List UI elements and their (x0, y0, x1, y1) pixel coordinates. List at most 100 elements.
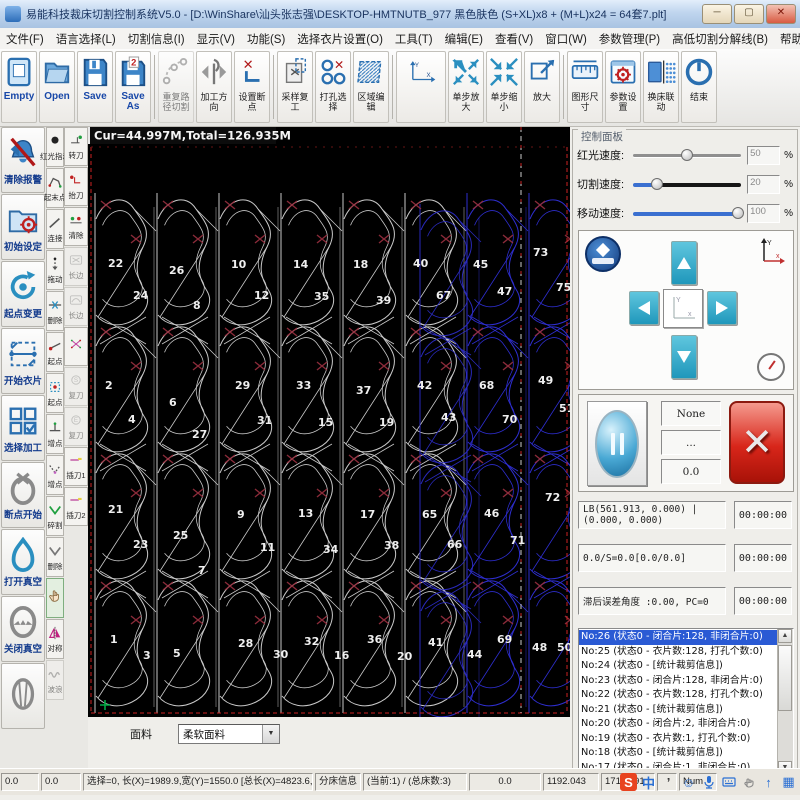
menu-item-8[interactable]: 查看(V) (489, 28, 539, 50)
menu-item-11[interactable]: 高低切割分解线(B) (666, 28, 774, 50)
sidebar-edge2-4[interactable]: 长边 (64, 287, 88, 326)
sidebar-knife-turn-0[interactable]: 转刀 (64, 127, 88, 166)
run-dots-field[interactable]: ... (661, 430, 721, 455)
keyboard-icon[interactable] (720, 773, 737, 791)
jog-center-box[interactable]: Yx (663, 289, 703, 328)
sidebar-pattern-x[interactable] (64, 327, 88, 366)
sidebar-oval-x-5[interactable]: 断点开始 (1, 462, 45, 528)
log-row-6[interactable]: No:20 (状态0 - 闭合片:2, 非闭合片:0) (579, 717, 778, 732)
close-button[interactable]: ✕ (766, 4, 796, 24)
sogou-icon[interactable]: S (620, 773, 637, 791)
sidebar-poly-1[interactable]: 起末点 (46, 168, 64, 208)
log-scrollbar[interactable]: ▲ ▼ (777, 629, 793, 775)
emoji-icon[interactable]: ☺ (680, 773, 697, 791)
slider-track[interactable] (633, 206, 741, 220)
sidebar-marquee-3[interactable]: 开始衣片 (1, 328, 45, 394)
sidebar-add-v-8[interactable]: 增点 (46, 455, 64, 495)
sidebar-grid-check-4[interactable]: 选择加工 (1, 395, 45, 461)
toolbar-open-folder[interactable]: Open (39, 51, 75, 123)
sidebar-vacuum-on-6[interactable]: 打开真空 (1, 529, 45, 595)
log-row-3[interactable]: No:23 (状态0 - 闭合片:128, 非闭合片:0) (579, 674, 778, 689)
toolbar-direction[interactable]: 加工方向 (196, 51, 232, 123)
jog-down-button[interactable] (671, 335, 697, 379)
log-listbox[interactable]: No:26 (状态0 - 闭合片:128, 非闭合片:0)No:25 (状态0 … (578, 628, 794, 776)
sidebar-slash-2[interactable]: 连接 (46, 209, 64, 249)
menu-item-6[interactable]: 工具(T) (389, 28, 439, 50)
maximize-button[interactable]: ▢ (734, 4, 764, 24)
sidebar-insert-knife-8[interactable]: 插刀1 (64, 447, 88, 486)
slider-value-field[interactable]: 100 (747, 204, 780, 223)
menu-item-5[interactable]: 选择衣片设置(O) (291, 28, 389, 50)
log-row-5[interactable]: No:21 (状态0 - [统计裁剪信息]) (579, 703, 778, 718)
toolbar-region-edit[interactable]: 区域编辑 (353, 51, 389, 123)
slider-thumb[interactable] (732, 207, 744, 219)
toolbar-zoom-out-step[interactable]: 单步缩小 (486, 51, 522, 123)
stop-button[interactable]: ✕ (729, 401, 785, 484)
sidebar-add-pt-7[interactable]: 增点 (46, 414, 64, 454)
sidebar-start-pt-5[interactable]: 起点 (46, 332, 64, 372)
toolbar-zoom-in-step[interactable]: 单步放大 (448, 51, 484, 123)
toolbar-empty-doc[interactable]: Empty (1, 51, 37, 123)
sidebar-circle-arrow-2[interactable]: 起点变更 (1, 261, 45, 327)
log-row-2[interactable]: No:24 (状态0 - [统计裁剪信息]) (579, 659, 778, 674)
sidebar-oval-plain[interactable] (1, 663, 45, 729)
microphone-icon[interactable] (700, 773, 717, 791)
minimize-button[interactable]: ─ (702, 4, 732, 24)
punctuation-icon[interactable]: ’ (660, 773, 677, 791)
toolbar-param-gear[interactable]: 参数设置 (605, 51, 641, 123)
log-row-0[interactable]: No:26 (状态0 - 闭合片:128, 非闭合片:0) (579, 630, 778, 645)
menu-item-4[interactable]: 功能(S) (241, 28, 291, 50)
sidebar-del-line-4[interactable]: 删除 (46, 291, 64, 331)
log-row-1[interactable]: No:25 (状态0 - 衣片数:128, 打孔个数:0) (579, 645, 778, 660)
sidebar-drag-3[interactable]: 拖动 (46, 250, 64, 290)
sidebar-folder-gear-1[interactable]: 初始设定 (1, 194, 45, 260)
sidebar-edge1-3[interactable]: 长边 (64, 247, 88, 286)
sidebar-start-box-6[interactable]: 起点 (46, 373, 64, 413)
sidebar-circle-e-7[interactable]: E复刀 (64, 407, 88, 446)
jog-up-button[interactable] (671, 241, 697, 285)
toolbar-bed-link[interactable]: 换床联动 (643, 51, 679, 123)
sidebar-vacuum-off-7[interactable]: 关闭真空 (1, 596, 45, 662)
handwriting-icon[interactable] (740, 773, 757, 791)
sidebar-dot-0[interactable]: 红光指示 (46, 127, 64, 167)
sidebar-mirror-12[interactable]: 对称 (46, 619, 64, 659)
slider-thumb[interactable] (681, 149, 693, 161)
toolbar-resample[interactable]: 采样复工 (277, 51, 313, 123)
sidebar-bell-slash-0[interactable]: 清除报警 (1, 127, 45, 193)
skin-icon[interactable]: ↑ (760, 773, 777, 791)
menu-item-12[interactable]: 帮助(H) (774, 28, 800, 50)
log-row-8[interactable]: No:18 (状态0 - [统计裁剪信息]) (579, 746, 778, 761)
sidebar-v-gray-10[interactable]: 删除 (46, 537, 64, 577)
toolbox-icon[interactable]: ▦ (780, 773, 797, 791)
menu-item-10[interactable]: 参数管理(P) (593, 28, 666, 50)
log-row-4[interactable]: No:22 (状态0 - 衣片数:128, 打孔个数:0) (579, 688, 778, 703)
toolbar-breakpoint[interactable]: ✕设置断点 (234, 51, 270, 123)
log-row-7[interactable]: No:19 (状态0 - 衣片数:1, 打孔个数:0) (579, 732, 778, 747)
menu-item-9[interactable]: 窗口(W) (539, 28, 593, 50)
sidebar-hand[interactable] (46, 578, 64, 618)
fabric-select[interactable]: 柔软面料 ▼ (178, 724, 280, 744)
toolbar-save-disk[interactable]: Save (77, 51, 113, 123)
toolbar-xy-axes[interactable]: YX (396, 51, 446, 123)
toolbar-save-as-disk[interactable]: 2Save As (115, 51, 151, 123)
toolbar-repeat-path[interactable]: 重复路径切割 (158, 51, 194, 123)
menu-item-2[interactable]: 切割信息(I) (122, 28, 191, 50)
cutting-canvas[interactable]: 2224242123132686272575101229319112830143… (88, 127, 570, 717)
slider-track[interactable] (633, 177, 741, 191)
menu-item-7[interactable]: 编辑(E) (439, 28, 489, 50)
sidebar-circle-s-6[interactable]: S复刀 (64, 367, 88, 406)
slider-value-field[interactable]: 20 (747, 175, 780, 194)
toolbar-punch-select[interactable]: ✕打孔选择 (315, 51, 351, 123)
toolbar-zoom-big[interactable]: 放大 (524, 51, 560, 123)
menu-item-0[interactable]: 文件(F) (0, 28, 50, 50)
menu-item-1[interactable]: 语言选择(L) (50, 28, 122, 50)
sidebar-dots-clear-2[interactable]: 清除 (64, 207, 88, 246)
sidebar-wave-13[interactable]: 波浪 (46, 660, 64, 700)
jog-right-button[interactable] (707, 291, 737, 325)
chevron-down-icon[interactable]: ▼ (262, 725, 279, 743)
sidebar-v-green-9[interactable]: 碎割 (46, 496, 64, 536)
slider-track[interactable] (633, 148, 741, 162)
chinese-mode-icon[interactable]: 中 (640, 773, 657, 791)
pause-button[interactable] (587, 401, 647, 486)
slider-thumb[interactable] (651, 178, 663, 190)
